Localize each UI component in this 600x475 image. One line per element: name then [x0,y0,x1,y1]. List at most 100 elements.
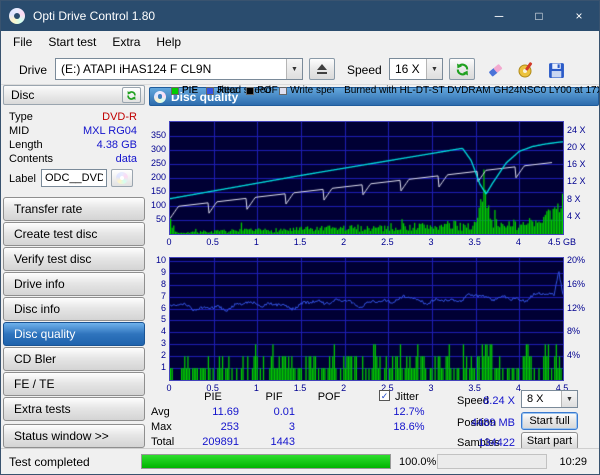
legend-swatch-write-speed [279,86,288,95]
legend-swatch-pif [171,86,179,95]
legend-swatch-jitter [205,86,214,95]
refresh-speeds-button[interactable] [449,58,475,80]
close-button[interactable]: × [559,1,599,31]
eject-button[interactable] [309,58,335,80]
axis-tick-label: 9 [160,266,166,277]
sidebar-item-extra-tests[interactable]: Extra tests [3,397,145,421]
start-full-button[interactable]: Start full [521,412,578,430]
speed-select[interactable]: 16 X ▼ [389,58,443,80]
axis-tick-label: 20% [567,254,586,265]
app-icon [9,8,25,24]
axis-tick-label: 16 X [567,159,586,170]
sidebar-item-drive-info[interactable]: Drive info [3,272,145,296]
title-bar: Opti Drive Control 1.80 ─ □ × [1,1,599,31]
sidebar-item-disc-info[interactable]: Disc info [3,297,145,321]
info-label: Type [9,111,33,123]
total-pif-value: 1443 [270,436,295,448]
sidebar-item-fe-te[interactable]: FE / TE [3,372,145,396]
progress-fill [142,455,390,468]
test-speed-select[interactable]: 8 X ▼ [521,390,578,408]
axis-tick-label: 3 [428,237,434,247]
minimize-button[interactable]: ─ [479,1,519,31]
legend-label: Write speed [290,85,334,96]
secondary-progress-panel [437,454,547,469]
menu-extra[interactable]: Extra [104,32,148,52]
disc-info-length: Length 4.38 GB [9,139,137,152]
axis-tick-label: 16% [567,278,586,289]
legend-label: Jitter [216,85,239,96]
avg-jitter-value: 12.7% [393,406,425,418]
axis-tick-label: 8 [160,278,166,289]
refresh-disc-button[interactable] [122,87,141,103]
test-disc-button[interactable] [515,59,537,81]
axis-tick-label: 4% [567,350,581,361]
info-value: MXL RG04 [82,125,137,137]
legend-pif: PIF [171,85,198,96]
axis-tick-label: 2.5 [381,237,394,247]
axis-tick-label: 5 [160,314,166,325]
axis-tick-label: 4 [515,237,521,247]
disc-label-button[interactable] [111,169,133,187]
sidebar-item-transfer-rate[interactable]: Transfer rate [3,197,145,221]
stats-header-pif: PIF [265,391,283,403]
chevron-down-icon: ▼ [286,59,302,79]
erase-disc-button[interactable] [485,59,507,81]
axis-tick-label: 50 [155,214,166,224]
elapsed-time: 10:29 [559,456,587,468]
max-pif-value: 3 [288,421,295,433]
pif-chart-legend: PIF Jitter POF [171,85,278,96]
pie-chart-canvas [169,121,564,235]
sidebar-item-verify-test-disc[interactable]: Verify test disc [3,247,145,271]
window-title: Opti Drive Control 1.80 [33,9,156,23]
stats-header-jitter: Jitter [395,391,419,403]
chevron-down-icon: ▼ [561,391,577,407]
info-value: 4.38 GB [96,139,137,151]
jitter-checkbox[interactable]: ✓ [379,390,390,401]
axis-tick-label: 3.5 [468,237,481,247]
sidebar-item-cd-bler[interactable]: CD Bler [3,347,145,371]
toolbar: Drive (E:) ATAPI iHAS124 F CL9N ▼ Speed … [1,53,599,85]
menu-start-test[interactable]: Start test [40,32,104,52]
axis-tick-label: 8 X [567,193,581,204]
legend-pof: POF [246,85,278,96]
status-window-button[interactable]: Status window >> [3,424,145,448]
disc-label-input[interactable] [41,169,107,187]
info-label: Contents [9,153,54,165]
eraser-icon [489,64,503,77]
axis-tick-label: 8% [567,326,581,337]
axis-tick-label: 7 [160,290,166,301]
test-speed-select-value: 8 X [527,393,544,405]
axis-tick-label: 6 [160,302,166,313]
sidebar-item-create-test-disc[interactable]: Create test disc [3,222,145,246]
axis-tick-label: 250 [150,158,166,168]
axis-tick-label: 1 [253,237,259,247]
menu-help[interactable]: Help [148,32,189,52]
refresh-icon [127,90,136,100]
axis-tick-label: 3.5 [468,383,481,393]
chevron-down-icon: ▼ [426,59,442,79]
axis-tick-label: 4 [160,326,166,337]
floppy-save-icon [548,62,564,78]
status-text: Test completed [9,455,90,469]
burn-note: Burned with HL-DT-ST DVDRAM GH24NSC0 LY0… [344,85,600,96]
axis-tick-label: 300 [150,144,166,154]
drive-select[interactable]: (E:) ATAPI iHAS124 F CL9N ▼ [55,58,303,80]
save-button[interactable] [545,59,567,81]
legend-label: POF [257,85,278,96]
max-jitter-value: 18.6% [393,421,425,433]
stats-header-pof: POF [317,391,341,403]
speed-select-value: 16 X [395,62,420,76]
axis-tick-label: 3 [160,338,166,349]
total-pie-value: 209891 [202,436,239,448]
menu-file[interactable]: File [5,32,40,52]
legend-swatch-pof [246,86,255,95]
stats-row-label: Total [151,436,175,448]
disc-quality-icon [154,90,166,103]
disc-label-label: Label [9,173,36,185]
axis-tick-label: 12% [567,302,586,313]
axis-tick-label: 2 [160,350,166,361]
info-label: Length [9,139,43,151]
maximize-button[interactable]: □ [519,1,559,31]
progress-bar [141,454,391,469]
sidebar-item-disc-quality[interactable]: Disc quality [3,322,145,346]
